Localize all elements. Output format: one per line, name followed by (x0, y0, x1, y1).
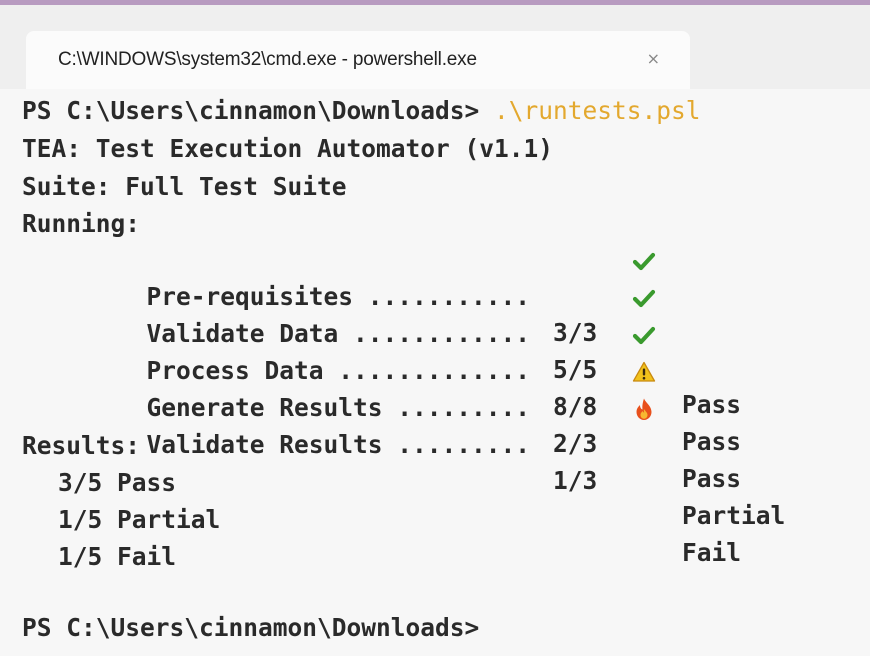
terminal-window: C:\WINDOWS\system32\cmd.exe - powershell… (0, 0, 870, 656)
header-line: TEA: Test Execution Automator (v1.1) (22, 134, 554, 163)
test-row: Process Data ............. 8/8 Pass (22, 317, 862, 493)
test-name: Validate Results ......... (146, 430, 531, 459)
command-text: .\runtests.psl (479, 96, 701, 125)
result-line: 1/5 Partial (58, 505, 221, 534)
suite-line: Suite: Full Test Suite (22, 172, 347, 201)
tab-bar: C:\WINDOWS\system32\cmd.exe - powershell… (0, 5, 870, 89)
close-icon[interactable]: × (647, 49, 660, 69)
check-icon (632, 326, 656, 345)
test-status: Partial (682, 501, 786, 530)
test-row: Generate Results ......... 2/3 Partial (22, 354, 862, 530)
prompt-line: PS C:\Users\cinnamon\Downloads> (22, 610, 479, 646)
result-line: 3/5 Pass (58, 468, 177, 497)
console-output[interactable]: PS C:\Users\cinnamon\Downloads> .\runtes… (0, 89, 870, 656)
check-icon (632, 252, 656, 271)
warning-icon (632, 361, 656, 382)
test-status: Pass (682, 427, 742, 456)
tab-powershell[interactable]: C:\WINDOWS\system32\cmd.exe - powershell… (26, 31, 690, 89)
prompt: PS C:\Users\cinnamon\Downloads> (22, 96, 480, 125)
test-row: Validate Results ......... 1/3 Fail (22, 391, 862, 567)
tab-title: C:\WINDOWS\system32\cmd.exe - powershell… (58, 49, 477, 70)
test-status: Pass (682, 464, 742, 493)
test-count: 1/3 (553, 466, 598, 495)
result-line: 1/5 Fail (58, 542, 177, 571)
prompt-line: PS C:\Users\cinnamon\Downloads> .\runtes… (22, 93, 701, 129)
prompt: PS C:\Users\cinnamon\Downloads> (22, 613, 480, 642)
test-row: Pre-requisites ........... 3/3 Pass (22, 243, 862, 419)
test-status: Fail (682, 538, 742, 567)
fire-icon (636, 398, 652, 420)
results-label: Results: (22, 431, 141, 460)
test-row: Validate Data ............ 5/5 Pass (22, 280, 862, 456)
running-label: Running: (22, 209, 141, 238)
test-count: 2/3 (553, 429, 598, 458)
check-icon (632, 289, 656, 308)
